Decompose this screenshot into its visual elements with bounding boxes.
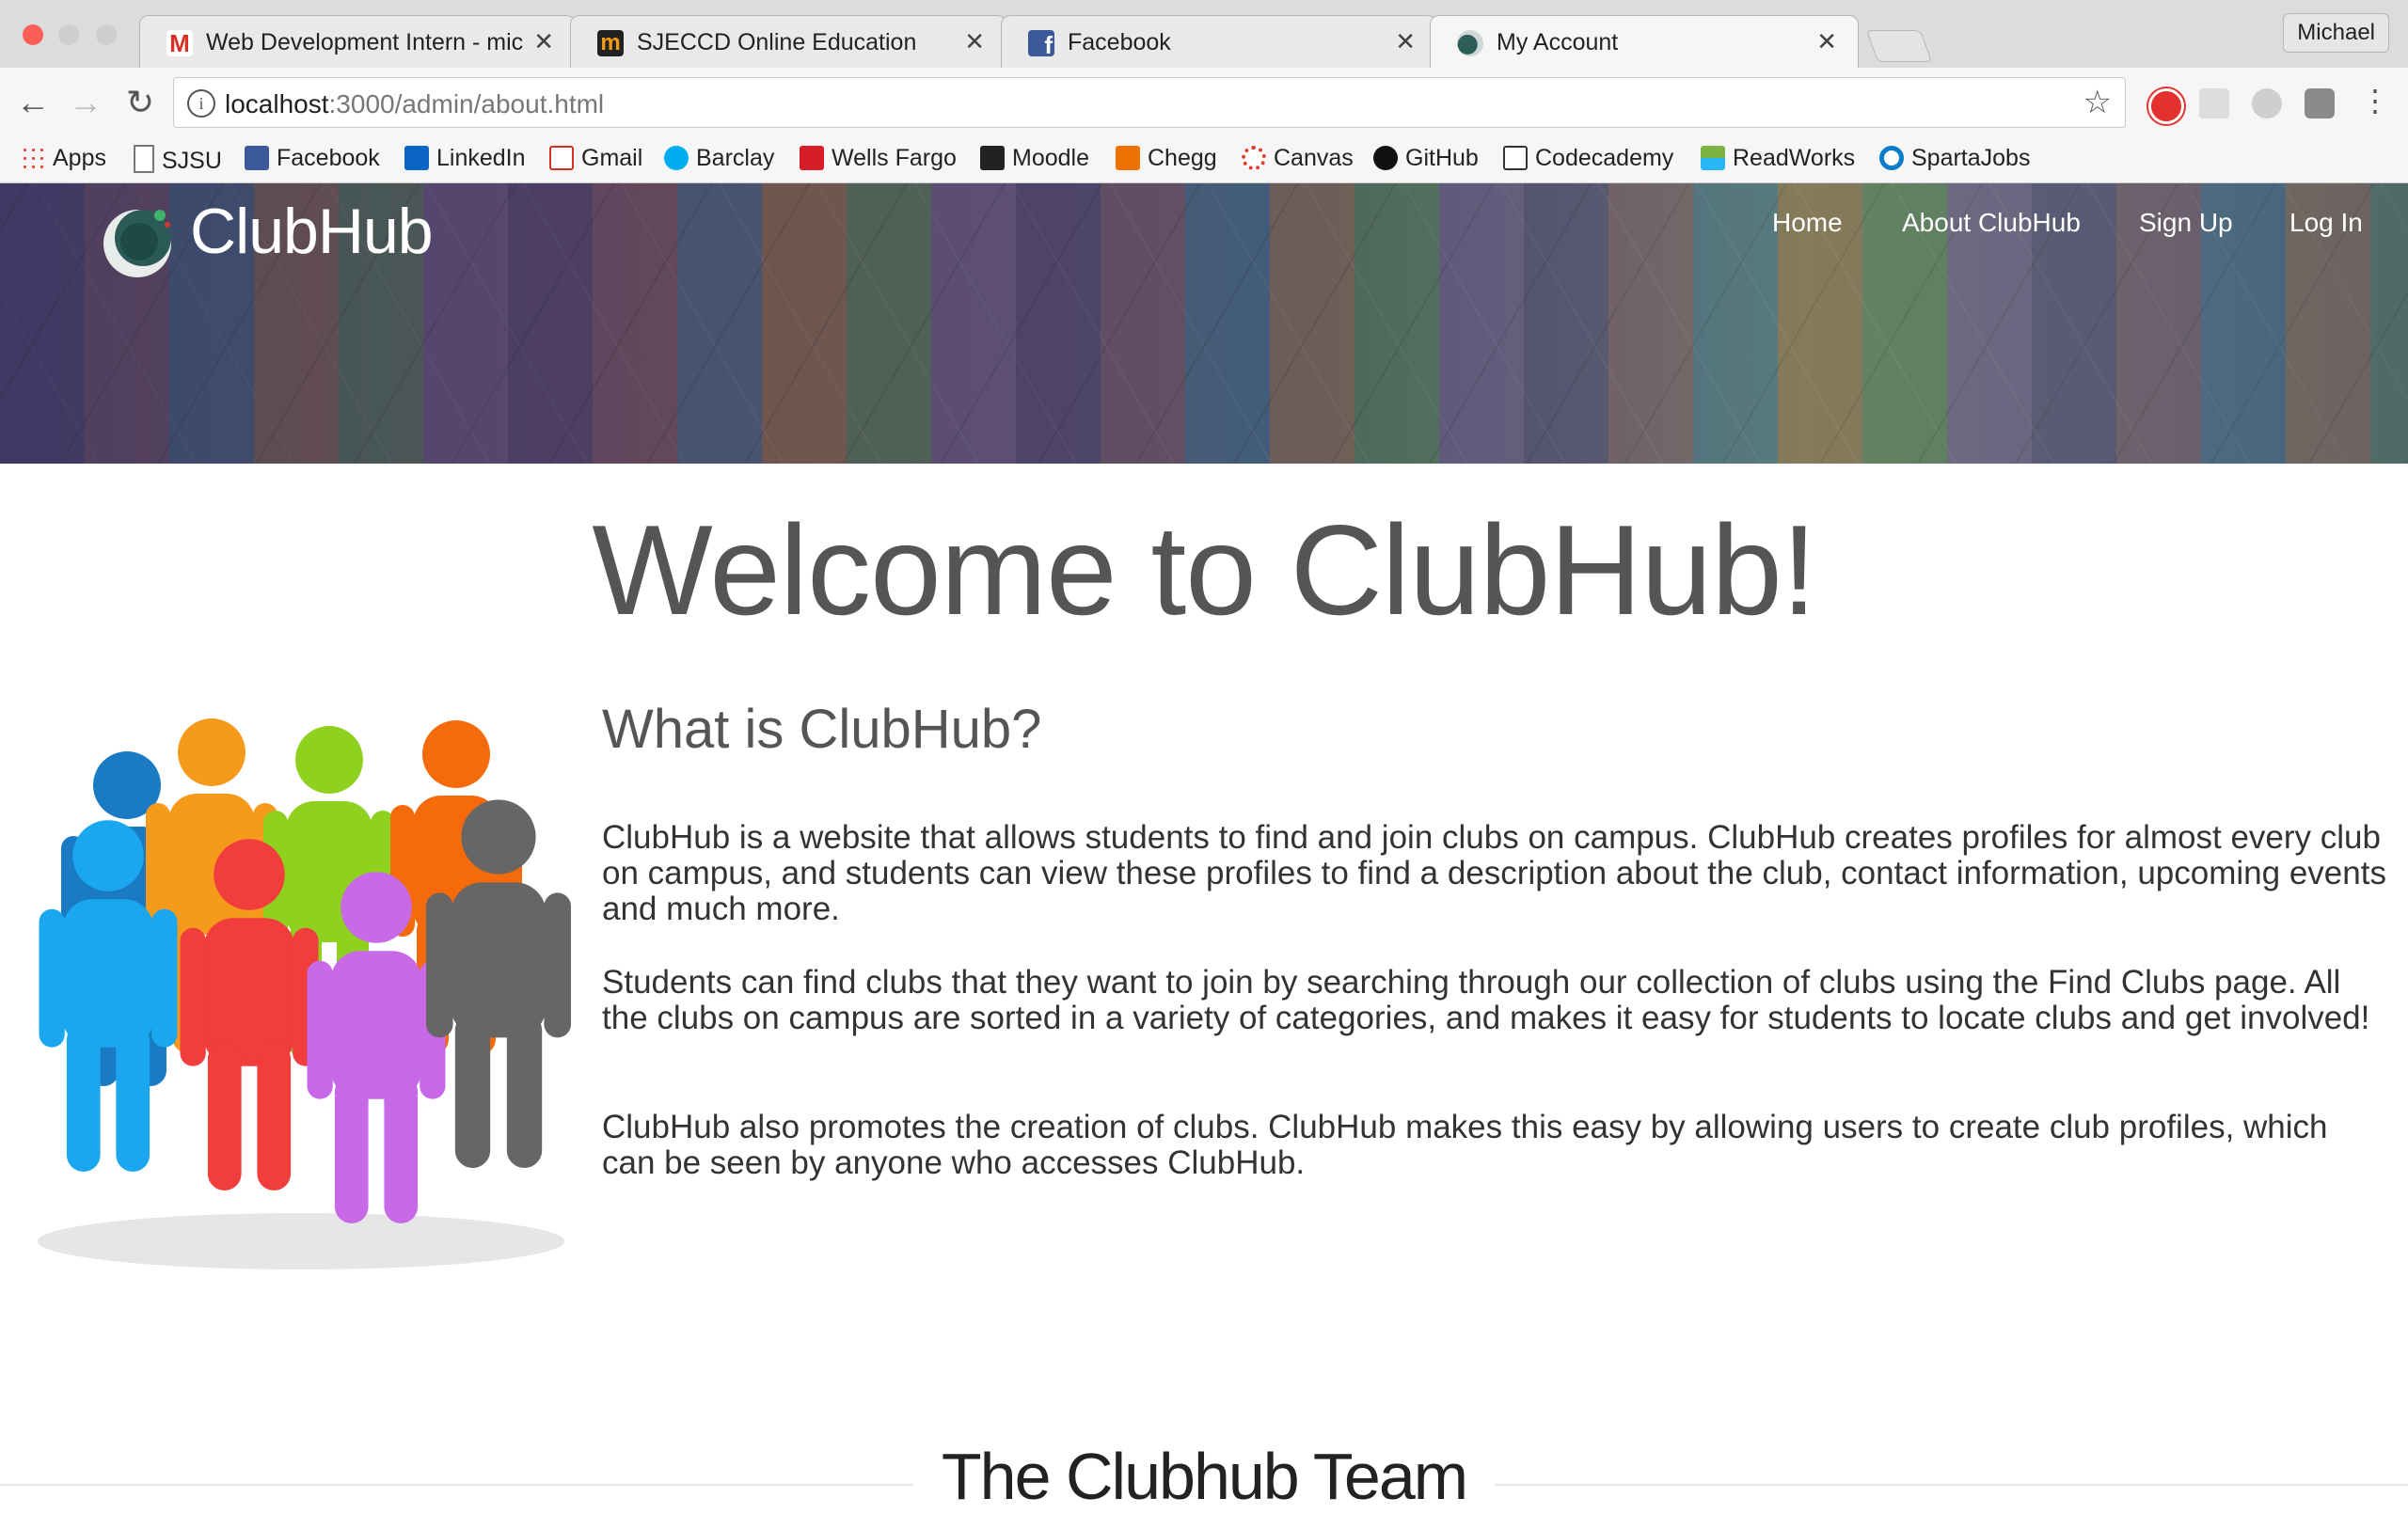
bookmark-spartajobs[interactable]: SpartaJobs <box>1879 145 2030 172</box>
close-window-button[interactable] <box>23 24 43 45</box>
minimize-window-button[interactable] <box>58 24 79 45</box>
team-heading: The Clubhub Team <box>0 1439 2408 1514</box>
info-icon[interactable]: i <box>187 89 215 118</box>
wells-fargo-icon <box>800 146 824 170</box>
tab-title: Facebook <box>1068 29 1171 55</box>
bookmark-moodle[interactable]: Moodle <box>980 145 1089 172</box>
reload-icon[interactable]: ↻ <box>120 83 160 122</box>
chegg-icon <box>1116 146 1140 170</box>
extension-m-icon[interactable] <box>2252 88 2282 118</box>
address-bar[interactable]: i localhost:3000/admin/about.html ☆ <box>173 77 2126 128</box>
people-group-illustration <box>38 718 571 1270</box>
bookmark-linkedin[interactable]: LinkedIn <box>404 145 526 172</box>
moodle-icon: m <box>597 30 624 56</box>
tab-sjeccd[interactable]: m SJECCD Online Education ✕ <box>570 15 1006 68</box>
spartajobs-icon <box>1879 146 1904 170</box>
tab-close-icon[interactable]: ✕ <box>1816 27 1837 56</box>
menu-kebab-icon[interactable]: ⋮ <box>2355 83 2395 118</box>
forward-arrow-icon[interactable]: → <box>66 83 105 122</box>
about-paragraph-1: ClubHub is a website that allows student… <box>602 819 2386 927</box>
bookmark-barclay[interactable]: Barclay <box>664 145 774 172</box>
nav-home[interactable]: Home <box>1772 208 1843 238</box>
tab-close-icon[interactable]: ✕ <box>533 27 554 56</box>
readworks-icon <box>1701 146 1725 170</box>
page-icon <box>134 145 154 173</box>
clubhub-logo-icon[interactable] <box>98 200 177 279</box>
barclay-icon <box>664 146 689 170</box>
bookmark-star-icon[interactable]: ☆ <box>2083 84 2112 121</box>
nav-about-clubhub[interactable]: About ClubHub <box>1902 208 2081 238</box>
new-tab-button[interactable] <box>1865 30 1933 62</box>
gmail-icon: M <box>166 30 193 56</box>
about-paragraph-3: ClubHub also promotes the creation of cl… <box>602 1109 2328 1181</box>
gmail-icon <box>549 146 574 170</box>
bookmark-gmail[interactable]: Gmail <box>549 145 642 172</box>
facebook-icon: f <box>1028 30 1054 59</box>
opera-extension-icon[interactable] <box>2148 88 2184 124</box>
site-header-banner: ClubHub Home About ClubHub Sign Up Log I… <box>0 183 2408 464</box>
bookmark-canvas[interactable]: Canvas <box>1242 145 1354 172</box>
bookmark-chegg[interactable]: Chegg <box>1116 145 1217 172</box>
nav-log-in[interactable]: Log In <box>2289 208 2363 238</box>
zoom-window-button[interactable] <box>96 24 117 45</box>
bookmark-wells-fargo[interactable]: Wells Fargo <box>800 145 957 172</box>
browser-toolbar: ← → ↻ i localhost:3000/admin/about.html … <box>0 68 2408 137</box>
tab-title: SJECCD Online Education <box>637 29 917 55</box>
moodle-icon <box>980 146 1005 170</box>
tab-gmail[interactable]: M Web Development Intern - mic ✕ <box>139 15 576 68</box>
canvas-icon <box>1242 146 1266 170</box>
page-title: Welcome to ClubHub! <box>592 498 1816 641</box>
bookmark-codecademy[interactable]: Codecademy <box>1503 145 1673 172</box>
clubhub-icon <box>1457 30 1483 56</box>
bookmark-sjsu[interactable]: SJSU <box>134 145 222 175</box>
extension-square-icon[interactable] <box>2305 88 2335 118</box>
codecademy-icon <box>1503 146 1528 170</box>
linkedin-icon <box>404 146 429 170</box>
bookmark-readworks[interactable]: ReadWorks <box>1701 145 1855 172</box>
bookmarks-bar: Apps SJSU Facebook LinkedIn Gmail Barcla… <box>0 137 2408 183</box>
bookmark-github[interactable]: GitHub <box>1373 145 1479 172</box>
tab-my-account[interactable]: My Account ✕ <box>1430 15 1859 69</box>
bookmark-facebook[interactable]: Facebook <box>245 145 380 172</box>
facebook-icon <box>245 146 269 170</box>
site-brand[interactable]: ClubHub <box>190 195 434 268</box>
tab-title: Web Development Intern - mic <box>206 29 524 55</box>
back-arrow-icon[interactable]: ← <box>13 83 53 122</box>
what-is-clubhub-heading: What is ClubHub? <box>602 699 1042 760</box>
tab-title: My Account <box>1497 29 1619 55</box>
tab-close-icon[interactable]: ✕ <box>964 27 985 56</box>
tab-facebook[interactable]: f Facebook ✕ <box>1001 15 1437 68</box>
profile-button[interactable]: Michael <box>2283 13 2389 53</box>
nav-sign-up[interactable]: Sign Up <box>2139 208 2233 238</box>
tab-close-icon[interactable]: ✕ <box>1395 27 1416 56</box>
github-icon <box>1373 146 1398 170</box>
apps-grid-icon <box>21 146 45 170</box>
bookmark-apps[interactable]: Apps <box>21 145 106 172</box>
extension-icon[interactable] <box>2199 88 2229 118</box>
about-paragraph-2: Students can find clubs that they want t… <box>602 964 2370 1036</box>
url-text[interactable]: localhost:3000/admin/about.html <box>225 89 604 119</box>
browser-tab-bar: M Web Development Intern - mic ✕ m SJECC… <box>0 0 2408 69</box>
